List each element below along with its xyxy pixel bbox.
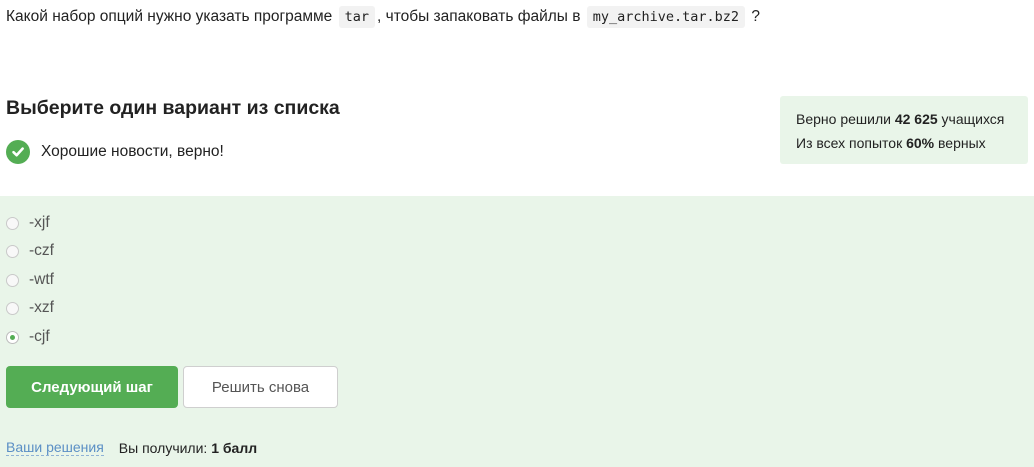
- feedback-text: Хорошие новости, верно!: [41, 142, 224, 160]
- stats-solved: Верно решили 42 625 учащихся: [796, 107, 1028, 131]
- radio-button[interactable]: [6, 244, 19, 258]
- stats-attempts-suffix: верных: [938, 135, 986, 151]
- option-label: -czf: [29, 242, 54, 259]
- footer: Ваши решения Вы получили: 1 балл: [6, 439, 257, 456]
- option-xzf[interactable]: -xzf: [6, 298, 54, 318]
- code-archive-name: my_archive.tar.bz2: [586, 6, 746, 28]
- option-label: -xzf: [29, 299, 54, 316]
- question-part-1: Какой набор опций нужно указать программ…: [6, 8, 333, 25]
- radio-button[interactable]: [6, 301, 19, 315]
- question-text: Какой набор опций нужно указать программ…: [6, 5, 760, 29]
- option-czf[interactable]: -czf: [6, 241, 54, 261]
- option-label: -cjf: [29, 328, 50, 345]
- option-cjf[interactable]: -cjf: [6, 327, 50, 347]
- stats-solved-count: 42 625: [894, 111, 938, 127]
- score-prefix: Вы получили:: [118, 439, 208, 456]
- option-label: -wtf: [29, 271, 54, 288]
- stats-panel: Верно решили 42 625 учащихся Из всех поп…: [780, 96, 1028, 164]
- your-solutions-link[interactable]: Ваши решения: [6, 439, 104, 456]
- score-value: 1 балл: [211, 439, 258, 456]
- radio-button[interactable]: [6, 216, 19, 230]
- retry-button[interactable]: Решить снова: [183, 366, 338, 408]
- question-part-3: ?: [751, 8, 761, 25]
- stats-attempts: Из всех попыток 60% верных: [796, 131, 1028, 155]
- next-step-button[interactable]: Следующий шаг: [6, 366, 178, 408]
- feedback-message: Хорошие новости, верно!: [6, 139, 224, 164]
- radio-dot: [10, 334, 15, 340]
- question-part-2: , чтобы запаковать файлы в: [377, 8, 581, 25]
- code-tar: tar: [338, 6, 375, 28]
- option-xjf[interactable]: -xjf: [6, 213, 50, 233]
- check-icon: [6, 139, 30, 164]
- radio-button[interactable]: [6, 273, 19, 287]
- option-label: -xjf: [29, 214, 50, 231]
- stats-attempts-percent: 60%: [906, 135, 935, 151]
- stats-solved-prefix: Верно решили: [796, 111, 891, 127]
- stats-solved-suffix: учащихся: [941, 111, 1005, 127]
- answer-area: [0, 196, 1034, 467]
- stats-attempts-prefix: Из всех попыток: [796, 135, 903, 151]
- section-title: Выберите один вариант из списка: [6, 97, 340, 119]
- option-wtf[interactable]: -wtf: [6, 270, 54, 290]
- radio-button-selected[interactable]: [6, 330, 19, 344]
